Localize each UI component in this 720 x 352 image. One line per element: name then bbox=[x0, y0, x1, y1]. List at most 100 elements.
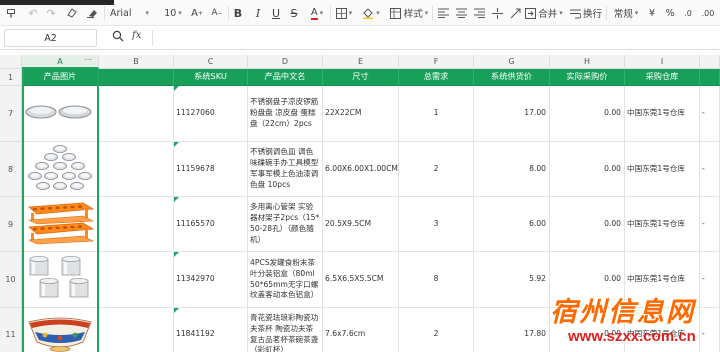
formula-input[interactable] bbox=[158, 30, 714, 46]
header-cell-col-i[interactable]: 采购仓库 bbox=[625, 69, 700, 86]
eraser-icon[interactable] bbox=[84, 4, 100, 22]
header-cell-col-j[interactable] bbox=[700, 69, 720, 86]
product-name-cell[interactable]: 4PCS发罐食粉末茶叶分装铝盒（80ml 50*65mm无字口螺纹盖客动本色铝盒… bbox=[248, 252, 323, 308]
text-direction-icon[interactable] bbox=[508, 4, 522, 22]
product-image-cell[interactable] bbox=[22, 86, 99, 142]
demand-cell[interactable]: 2 bbox=[399, 308, 474, 352]
clear-format-icon[interactable] bbox=[64, 4, 80, 22]
empty-cell[interactable] bbox=[99, 252, 174, 308]
undo-icon[interactable]: ↶ bbox=[26, 4, 40, 22]
empty-cell[interactable] bbox=[99, 142, 174, 197]
font-size-select[interactable]: 10 ▾ bbox=[162, 4, 184, 22]
redo-icon[interactable]: ↷ bbox=[44, 4, 58, 22]
format-painter-icon[interactable] bbox=[4, 4, 18, 22]
column-header[interactable]: C bbox=[174, 55, 248, 69]
demand-cell[interactable]: 1 bbox=[399, 86, 474, 142]
currency-icon[interactable]: ¥ bbox=[646, 4, 658, 22]
font-color-button[interactable]: A ▾ bbox=[306, 4, 328, 22]
fx-icon[interactable]: fx bbox=[132, 30, 141, 46]
header-cell-col-b[interactable] bbox=[99, 69, 174, 86]
column-header[interactable]: G bbox=[474, 55, 550, 69]
sku-cell[interactable]: 11841192 bbox=[174, 308, 248, 352]
actual-price-cell[interactable]: 0.00 bbox=[550, 308, 625, 352]
row-header[interactable]: 10 bbox=[0, 252, 22, 308]
demand-cell[interactable]: 2 bbox=[399, 142, 474, 197]
empty-cell[interactable] bbox=[99, 308, 174, 352]
size-cell[interactable]: 22X22CM bbox=[323, 86, 399, 142]
product-name-cell[interactable]: 青花瓷珐琅彩陶瓷功夫茶杯 陶瓷功夫茶复古品茗杯茶碗茶盏（彩虹杯） bbox=[248, 308, 323, 352]
column-header[interactable] bbox=[700, 55, 720, 69]
warehouse-cell[interactable]: 中国东莞1号仓库 bbox=[625, 308, 700, 352]
sku-cell[interactable]: 11342970 bbox=[174, 252, 248, 308]
name-box[interactable]: A2 bbox=[4, 29, 97, 47]
borders-button[interactable]: ▾ bbox=[334, 4, 354, 22]
align-center-icon[interactable] bbox=[454, 4, 468, 22]
column-header[interactable]: D bbox=[248, 55, 323, 69]
row-header[interactable]: 8 bbox=[0, 142, 22, 197]
column-header[interactable]: H bbox=[550, 55, 625, 69]
size-cell[interactable]: 6.5X6.5X5.5CM bbox=[323, 252, 399, 308]
wrap-text-button[interactable]: 换行 bbox=[568, 4, 604, 22]
header-cell-col-c[interactable]: 系统SKU bbox=[174, 69, 248, 86]
column-header[interactable]: A ⋯ bbox=[22, 55, 99, 69]
row-header[interactable]: 11 bbox=[0, 308, 22, 352]
header-cell-col-h[interactable]: 实际采购价 bbox=[550, 69, 625, 86]
header-cell-col-a[interactable]: 产品图片 bbox=[22, 69, 99, 86]
row-header[interactable]: 9 bbox=[0, 197, 22, 252]
increase-font-icon[interactable]: A + bbox=[190, 4, 204, 22]
product-image-cell[interactable] bbox=[22, 142, 99, 197]
italic-icon[interactable]: I bbox=[252, 4, 264, 22]
supply-price-cell[interactable]: 17.00 bbox=[474, 86, 550, 142]
supply-price-cell[interactable]: 17.80 bbox=[474, 308, 550, 352]
strikethrough-icon[interactable]: S bbox=[288, 4, 300, 22]
product-image-cell[interactable] bbox=[22, 252, 99, 308]
decrease-font-icon[interactable]: A − bbox=[210, 4, 224, 22]
supply-price-cell[interactable]: 8.00 bbox=[474, 142, 550, 197]
size-cell[interactable]: 20.5X9.5CM bbox=[323, 197, 399, 252]
column-header[interactable]: F bbox=[399, 55, 474, 69]
product-name-cell[interactable]: 不锈钢调色皿 调色味碟碗手办工具模型军事军模上色油漆调色盘 10pcs bbox=[248, 142, 323, 197]
product-name-cell[interactable]: 不锈钢盘子凉皮锣筋粉盘盘 凉皮盘 蛋糕盘（22cm）2pcs bbox=[248, 86, 323, 142]
percent-icon[interactable]: % bbox=[664, 4, 676, 22]
warehouse-cell[interactable]: 中国东莞1号仓库 bbox=[625, 252, 700, 308]
supply-price-cell[interactable]: 6.00 bbox=[474, 197, 550, 252]
actual-price-cell[interactable]: 0.00 bbox=[550, 252, 625, 308]
sku-cell[interactable]: 11127060 bbox=[174, 86, 248, 142]
styles-button[interactable]: 样式 ▾ bbox=[388, 4, 430, 22]
size-cell[interactable]: 6.00X6.00X1.00CM bbox=[323, 142, 399, 197]
row-header[interactable]: 1 bbox=[0, 69, 22, 86]
column-header[interactable]: B bbox=[99, 55, 174, 69]
empty-cell[interactable] bbox=[99, 197, 174, 252]
align-left-icon[interactable] bbox=[436, 4, 450, 22]
column-header[interactable]: I bbox=[625, 55, 700, 69]
header-cell-col-g[interactable]: 系统供货价 bbox=[474, 69, 550, 86]
header-cell-col-f[interactable]: 总需求 bbox=[399, 69, 474, 86]
underline-icon[interactable]: U bbox=[270, 4, 282, 22]
merge-button[interactable]: 合并 ▾ bbox=[524, 4, 564, 22]
header-cell-col-e[interactable]: 尺寸 bbox=[323, 69, 399, 86]
row-header[interactable]: 7 bbox=[0, 86, 22, 142]
extra-cell[interactable]: - bbox=[700, 197, 720, 252]
font-name-select[interactable]: Arial ▾ bbox=[110, 4, 156, 22]
warehouse-cell[interactable]: 中国东莞1号仓库 bbox=[625, 86, 700, 142]
number-format-select[interactable]: 常规 ▾ bbox=[610, 4, 642, 22]
warehouse-cell[interactable]: 中国东莞1号仓库 bbox=[625, 142, 700, 197]
sku-cell[interactable]: 11165570 bbox=[174, 197, 248, 252]
demand-cell[interactable]: 3 bbox=[399, 197, 474, 252]
vertical-align-icon[interactable] bbox=[490, 4, 504, 22]
extra-cell[interactable]: - bbox=[700, 86, 720, 142]
product-image-cell[interactable] bbox=[22, 308, 99, 352]
warehouse-cell[interactable]: 中国东莞1号仓库 bbox=[625, 197, 700, 252]
extra-cell[interactable]: - bbox=[700, 308, 720, 352]
actual-price-cell[interactable]: 0.00 bbox=[550, 197, 625, 252]
extra-cell[interactable]: - bbox=[700, 142, 720, 197]
sku-cell[interactable]: 11159678 bbox=[174, 142, 248, 197]
empty-cell[interactable] bbox=[99, 86, 174, 142]
search-icon[interactable] bbox=[112, 30, 128, 46]
more-icon[interactable]: ⋯ bbox=[84, 55, 92, 64]
actual-price-cell[interactable]: 0.00 bbox=[550, 142, 625, 197]
size-cell[interactable]: 7.6x7.6cm bbox=[323, 308, 399, 352]
select-all-corner[interactable] bbox=[0, 55, 22, 69]
actual-price-cell[interactable]: 0.00 bbox=[550, 86, 625, 142]
bold-icon[interactable]: B bbox=[232, 4, 244, 22]
